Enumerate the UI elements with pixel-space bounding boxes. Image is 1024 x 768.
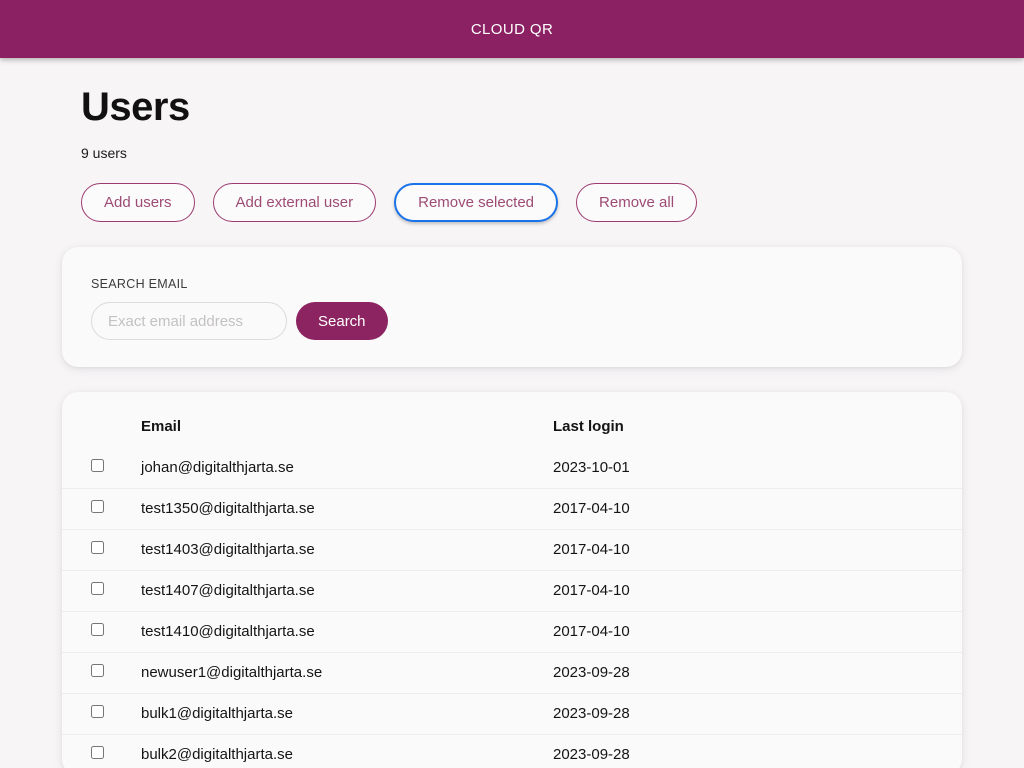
row-select-cell <box>62 611 141 652</box>
table-header-row: Email Last login <box>62 392 962 447</box>
row-select-cell <box>62 734 141 768</box>
table-row: newuser1@digitalthjarta.se2023-09-28 <box>62 652 962 693</box>
remove-selected-button[interactable]: Remove selected <box>394 183 558 222</box>
search-panel: SEARCH EMAIL Search <box>62 247 962 367</box>
row-last-login-cell: 2023-10-01 <box>553 447 962 488</box>
users-table-head: Email Last login <box>62 392 962 447</box>
row-last-login-cell: 2023-09-28 <box>553 652 962 693</box>
email-column-header: Email <box>141 392 553 447</box>
row-email-cell: test1403@digitalthjarta.se <box>141 529 553 570</box>
page-title: Users <box>0 58 1024 129</box>
add-external-user-button[interactable]: Add external user <box>213 183 377 222</box>
row-last-login-cell: 2017-04-10 <box>553 611 962 652</box>
table-row: johan@digitalthjarta.se2023-10-01 <box>62 447 962 488</box>
row-select-checkbox[interactable] <box>91 623 104 636</box>
table-row: test1410@digitalthjarta.se2017-04-10 <box>62 611 962 652</box>
row-last-login-cell: 2023-09-28 <box>553 734 962 768</box>
row-email-cell: newuser1@digitalthjarta.se <box>141 652 553 693</box>
row-select-cell <box>62 447 141 488</box>
app-title: CLOUD QR <box>471 21 553 38</box>
row-last-login-cell: 2023-09-28 <box>553 693 962 734</box>
table-row: bulk2@digitalthjarta.se2023-09-28 <box>62 734 962 768</box>
select-column-header <box>62 392 141 447</box>
row-last-login-cell: 2017-04-10 <box>553 570 962 611</box>
row-select-checkbox[interactable] <box>91 459 104 472</box>
table-row: test1403@digitalthjarta.se2017-04-10 <box>62 529 962 570</box>
remove-all-button[interactable]: Remove all <box>576 183 697 222</box>
users-table: Email Last login johan@digitalthjarta.se… <box>62 392 962 768</box>
row-select-cell <box>62 570 141 611</box>
table-row: bulk1@digitalthjarta.se2023-09-28 <box>62 693 962 734</box>
row-select-checkbox[interactable] <box>91 746 104 759</box>
search-row: Search <box>91 302 962 340</box>
row-select-checkbox[interactable] <box>91 500 104 513</box>
users-table-body: johan@digitalthjarta.se2023-10-01test135… <box>62 447 962 768</box>
table-row: test1350@digitalthjarta.se2017-04-10 <box>62 488 962 529</box>
row-select-cell <box>62 693 141 734</box>
action-button-row: Add users Add external user Remove selecte… <box>0 161 1024 222</box>
row-email-cell: johan@digitalthjarta.se <box>141 447 553 488</box>
row-select-checkbox[interactable] <box>91 582 104 595</box>
row-select-checkbox[interactable] <box>91 664 104 677</box>
users-table-card: Email Last login johan@digitalthjarta.se… <box>62 392 962 768</box>
row-select-cell <box>62 652 141 693</box>
row-select-cell <box>62 488 141 529</box>
row-email-cell: test1350@digitalthjarta.se <box>141 488 553 529</box>
page-content: Users 9 users Add users Add external user… <box>0 58 1024 768</box>
row-last-login-cell: 2017-04-10 <box>553 488 962 529</box>
add-users-button[interactable]: Add users <box>81 183 195 222</box>
table-row: test1407@digitalthjarta.se2017-04-10 <box>62 570 962 611</box>
search-email-label: SEARCH EMAIL <box>91 277 962 291</box>
search-email-input[interactable] <box>91 302 287 340</box>
row-select-checkbox[interactable] <box>91 541 104 554</box>
row-email-cell: bulk1@digitalthjarta.se <box>141 693 553 734</box>
search-button[interactable]: Search <box>296 302 388 340</box>
row-email-cell: test1410@digitalthjarta.se <box>141 611 553 652</box>
row-select-checkbox[interactable] <box>91 705 104 718</box>
last-login-column-header: Last login <box>553 392 962 447</box>
row-last-login-cell: 2017-04-10 <box>553 529 962 570</box>
user-count-text: 9 users <box>0 129 1024 161</box>
row-email-cell: bulk2@digitalthjarta.se <box>141 734 553 768</box>
app-header-bar: CLOUD QR <box>0 0 1024 58</box>
row-email-cell: test1407@digitalthjarta.se <box>141 570 553 611</box>
row-select-cell <box>62 529 141 570</box>
